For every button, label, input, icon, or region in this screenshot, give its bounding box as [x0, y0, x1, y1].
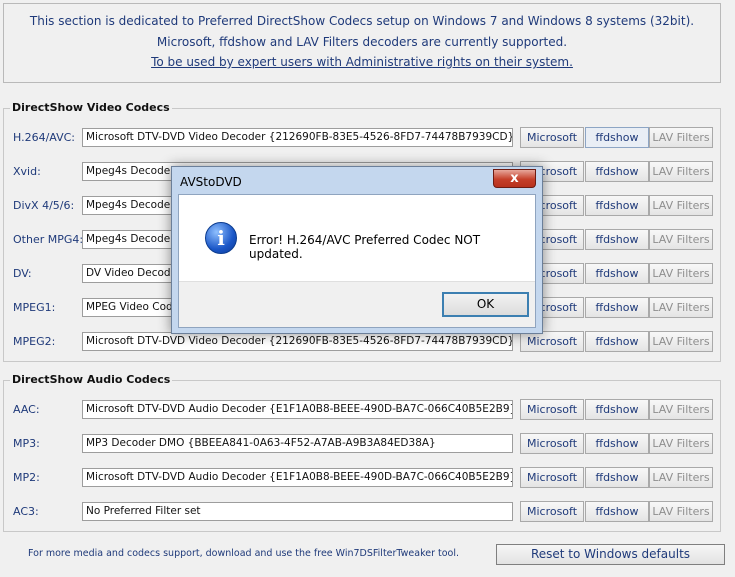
- dialog-title: AVStoDVD: [180, 175, 242, 189]
- mp3-ffdshow-button[interactable]: ffdshow: [585, 433, 649, 454]
- divx-lav-button[interactable]: LAV Filters: [649, 195, 713, 216]
- other-mpg4-label: Other MPG4:: [13, 233, 84, 246]
- divx-label: DivX 4/5/6:: [13, 199, 75, 212]
- info-line-1: This section is dedicated to Preferred D…: [29, 14, 695, 28]
- expert-users-link[interactable]: To be used by expert users with Administ…: [4, 55, 720, 69]
- aac-label: AAC:: [13, 403, 40, 416]
- dialog-message: Error! H.264/AVC Preferred Codec NOT upd…: [249, 233, 481, 261]
- ac3-ffdshow-button[interactable]: ffdshow: [585, 501, 649, 522]
- aac-field[interactable]: Microsoft DTV-DVD Audio Decoder {E1F1A0B…: [82, 400, 513, 419]
- mpeg1-lav-button[interactable]: LAV Filters: [649, 297, 713, 318]
- dv-lav-button[interactable]: LAV Filters: [649, 263, 713, 284]
- h264-field[interactable]: Microsoft DTV-DVD Video Decoder {212690F…: [82, 128, 513, 147]
- ok-button[interactable]: OK: [442, 292, 529, 317]
- mp2-lav-button[interactable]: LAV Filters: [649, 467, 713, 488]
- dialog-footer: OK: [179, 281, 535, 327]
- reset-defaults-button[interactable]: Reset to Windows defaults: [496, 544, 725, 565]
- audio-codecs-title: DirectShow Audio Codecs: [10, 373, 173, 386]
- dv-label: DV:: [13, 267, 32, 280]
- dv-ffdshow-button[interactable]: ffdshow: [585, 263, 649, 284]
- xvid-label: Xvid:: [13, 165, 41, 178]
- mpeg1-label: MPEG1:: [13, 301, 56, 314]
- h264-microsoft-button[interactable]: Microsoft: [520, 127, 584, 148]
- mpeg2-lav-button[interactable]: LAV Filters: [649, 331, 713, 352]
- other-mpg4-ffdshow-button[interactable]: ffdshow: [585, 229, 649, 250]
- mpeg2-ffdshow-button[interactable]: ffdshow: [585, 331, 649, 352]
- xvid-lav-button[interactable]: LAV Filters: [649, 161, 713, 182]
- mpeg2-field[interactable]: Microsoft DTV-DVD Video Decoder {212690F…: [82, 332, 513, 351]
- mp2-ffdshow-button[interactable]: ffdshow: [585, 467, 649, 488]
- video-codecs-title: DirectShow Video Codecs: [10, 101, 172, 114]
- h264-lav-button[interactable]: LAV Filters: [649, 127, 713, 148]
- info-line-2: Microsoft, ffdshow and LAV Filters decod…: [156, 35, 568, 49]
- ac3-field[interactable]: No Preferred Filter set: [82, 502, 513, 521]
- mpeg2-microsoft-button[interactable]: Microsoft: [520, 331, 584, 352]
- ac3-microsoft-button[interactable]: Microsoft: [520, 501, 584, 522]
- other-mpg4-lav-button[interactable]: LAV Filters: [649, 229, 713, 250]
- h264-ffdshow-button[interactable]: ffdshow: [585, 127, 649, 148]
- mpeg2-label: MPEG2:: [13, 335, 56, 348]
- close-icon[interactable]: x: [493, 169, 536, 188]
- codec-settings-panel: This section is dedicated to Preferred D…: [0, 0, 735, 577]
- mp3-lav-button[interactable]: LAV Filters: [649, 433, 713, 454]
- mp2-microsoft-button[interactable]: Microsoft: [520, 467, 584, 488]
- h264-label: H.264/AVC:: [13, 131, 76, 144]
- mp3-microsoft-button[interactable]: Microsoft: [520, 433, 584, 454]
- dialog-body: i Error! H.264/AVC Preferred Codec NOT u…: [178, 194, 536, 328]
- ac3-lav-button[interactable]: LAV Filters: [649, 501, 713, 522]
- aac-microsoft-button[interactable]: Microsoft: [520, 399, 584, 420]
- info-box: This section is dedicated to Preferred D…: [3, 3, 721, 83]
- info-icon: i: [205, 222, 237, 254]
- aac-lav-button[interactable]: LAV Filters: [649, 399, 713, 420]
- mp3-field[interactable]: MP3 Decoder DMO {BBEEA841-0A63-4F52-A7AB…: [82, 434, 513, 453]
- mp2-label: MP2:: [13, 471, 40, 484]
- mp3-label: MP3:: [13, 437, 40, 450]
- mp2-field[interactable]: Microsoft DTV-DVD Audio Decoder {E1F1A0B…: [82, 468, 513, 487]
- footer-note: For more media and codecs support, downl…: [28, 548, 460, 559]
- mpeg1-ffdshow-button[interactable]: ffdshow: [585, 297, 649, 318]
- aac-ffdshow-button[interactable]: ffdshow: [585, 399, 649, 420]
- ac3-label: AC3:: [13, 505, 39, 518]
- error-dialog: AVStoDVD x i Error! H.264/AVC Preferred …: [171, 166, 543, 334]
- divx-ffdshow-button[interactable]: ffdshow: [585, 195, 649, 216]
- xvid-ffdshow-button[interactable]: ffdshow: [585, 161, 649, 182]
